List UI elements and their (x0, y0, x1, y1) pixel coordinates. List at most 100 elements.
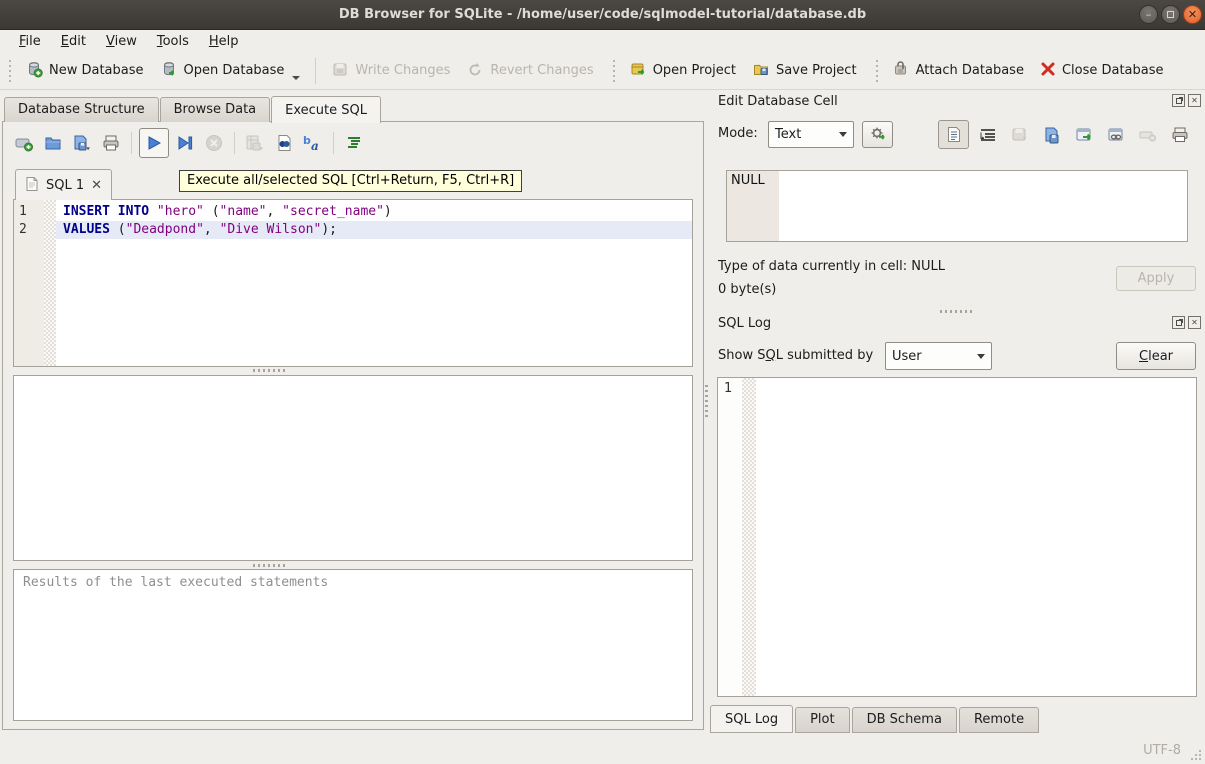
line-number: 1 (19, 203, 44, 221)
mode-label: Mode: (718, 126, 758, 141)
save-project-button[interactable]: Save Project (744, 55, 865, 87)
minimize-button[interactable]: – (1139, 5, 1158, 24)
line-number-gutter: 12 (14, 200, 44, 366)
menu-help[interactable]: Help (200, 32, 248, 51)
dock-tab-sql-log[interactable]: SQL Log (710, 705, 793, 733)
menu-tools[interactable]: Tools (148, 32, 198, 51)
log-filter-label: Show SQL submitted by (718, 348, 873, 363)
sql-editor-toolbar: ba (11, 128, 367, 158)
new-sql-tab-icon[interactable] (11, 130, 37, 156)
word-wrap-icon[interactable] (974, 122, 1001, 147)
maximize-icon (1167, 11, 1174, 18)
align-lines-icon[interactable] (341, 130, 367, 156)
main-area: Database Structure Browse Data Execute S… (0, 90, 706, 734)
tab-database-structure[interactable]: Database Structure (4, 97, 159, 122)
open-database-dropdown-icon[interactable] (292, 76, 300, 80)
print-icon[interactable] (98, 130, 124, 156)
save-project-icon (752, 60, 770, 82)
resize-grip-icon[interactable] (1190, 749, 1202, 761)
float-panel-icon[interactable] (1172, 316, 1185, 329)
code-line[interactable]: VALUES ("Deadpond", "Dive Wilson"); (56, 221, 692, 239)
results-message-area[interactable]: Results of the last executed statements (13, 569, 693, 721)
export-cell-icon[interactable] (1070, 122, 1097, 147)
revert-changes-button: Revert Changes (458, 55, 601, 87)
close-panel-icon[interactable]: ✕ (1188, 316, 1201, 329)
float-panel-icon[interactable] (1172, 94, 1185, 107)
sql-tab-label: SQL 1 (46, 178, 84, 193)
dock-section-splitter[interactable] (940, 310, 974, 313)
execute-line-icon[interactable] (172, 130, 198, 156)
cell-edit-area[interactable] (779, 171, 1187, 241)
sql-file-tab[interactable]: SQL 1 ✕ (15, 169, 112, 200)
stop-icon (201, 130, 227, 156)
svg-text:a: a (311, 139, 319, 153)
attach-database-icon (892, 60, 910, 82)
gear-arrow-icon (869, 124, 887, 146)
main-tabbar: Database Structure Browse Data Execute S… (4, 96, 382, 122)
format-letters-icon[interactable]: ba (300, 130, 326, 156)
cell-value: NULL (727, 171, 779, 241)
clear-log-button[interactable]: Clear (1116, 342, 1196, 370)
main-toolbar: New Database Open Database Write Changes… (0, 52, 1205, 90)
close-button[interactable]: ✕ (1183, 5, 1202, 24)
encoding-indicator[interactable]: UTF-8 (1143, 743, 1181, 758)
titlebar[interactable]: DB Browser for SQLite - /home/user/code/… (0, 0, 1205, 30)
sql-document-icon (25, 176, 39, 195)
dock-tab-plot[interactable]: Plot (795, 707, 850, 733)
toolbar-handle[interactable] (612, 60, 617, 82)
open-sql-file-icon[interactable] (40, 130, 66, 156)
cell-size-info: 0 byte(s) (718, 282, 776, 297)
code-area[interactable]: INSERT INTO "hero" ("name", "secret_name… (56, 200, 692, 366)
cell-editor[interactable]: NULL (726, 170, 1188, 242)
import-cell-icon[interactable] (1038, 122, 1065, 147)
menu-edit[interactable]: Edit (52, 32, 95, 51)
tab-execute-sql[interactable]: Execute SQL (271, 96, 381, 123)
maximize-button[interactable] (1161, 5, 1180, 24)
open-database-icon (160, 60, 178, 82)
attach-database-button[interactable]: Attach Database (884, 55, 1032, 87)
cell-type-info: Type of data currently in cell: NULL (718, 259, 945, 274)
log-filter-select[interactable]: User (885, 342, 992, 370)
log-content (756, 378, 1196, 696)
print-cell-icon[interactable] (1166, 122, 1193, 147)
execute-sql-icon[interactable] (139, 128, 169, 158)
new-database-button[interactable]: New Database (17, 55, 152, 87)
open-database-button[interactable]: Open Database (152, 55, 309, 87)
dock-splitter[interactable] (705, 385, 708, 419)
code-line[interactable]: INSERT INTO "hero" ("name", "secret_name… (56, 203, 692, 221)
menu-file[interactable]: File (10, 32, 50, 51)
menu-view[interactable]: View (97, 32, 146, 51)
dock-tab-remote[interactable]: Remote (959, 707, 1039, 733)
auto-switch-mode-button[interactable] (862, 121, 893, 148)
close-database-icon (1040, 61, 1056, 81)
write-changes-button: Write Changes (323, 55, 458, 87)
sql-log-panel-buttons: ✕ (1172, 316, 1201, 329)
log-fold-margin (742, 378, 756, 696)
execute-sql-panel: ba SQL 1 ✕ Execute all/selected SQL [Ctr… (2, 121, 704, 730)
line-number: 2 (19, 221, 44, 239)
close-database-button[interactable]: Close Database (1032, 56, 1172, 86)
toolbar-handle[interactable] (8, 60, 13, 82)
find-icon[interactable] (271, 130, 297, 156)
results-splitter[interactable] (253, 564, 287, 567)
results-placeholder: Results of the last executed statements (23, 575, 328, 590)
open-project-button[interactable]: Open Project (621, 55, 744, 87)
editor-splitter[interactable] (253, 369, 287, 372)
link-cell-icon[interactable] (1102, 122, 1129, 147)
mode-select[interactable]: Text (768, 121, 854, 148)
apply-button: Apply (1116, 266, 1196, 291)
new-database-icon (25, 60, 43, 82)
svg-text:b: b (303, 134, 311, 147)
close-sql-tab-icon[interactable]: ✕ (91, 178, 102, 193)
sql-log-view[interactable]: 1 (717, 377, 1197, 697)
toolbar-handle[interactable] (875, 60, 880, 82)
sql-code-editor[interactable]: 12 INSERT INTO "hero" ("name", "secret_n… (13, 199, 693, 367)
text-mode-icon[interactable] (938, 120, 969, 149)
dock-tab-db-schema[interactable]: DB Schema (852, 707, 957, 733)
log-line-number: 1 (718, 378, 742, 696)
statusbar: UTF-8 (0, 734, 1205, 764)
tab-browse-data[interactable]: Browse Data (160, 97, 271, 122)
close-panel-icon[interactable]: ✕ (1188, 94, 1201, 107)
results-table-view[interactable] (13, 375, 693, 561)
save-sql-file-icon[interactable] (69, 130, 95, 156)
